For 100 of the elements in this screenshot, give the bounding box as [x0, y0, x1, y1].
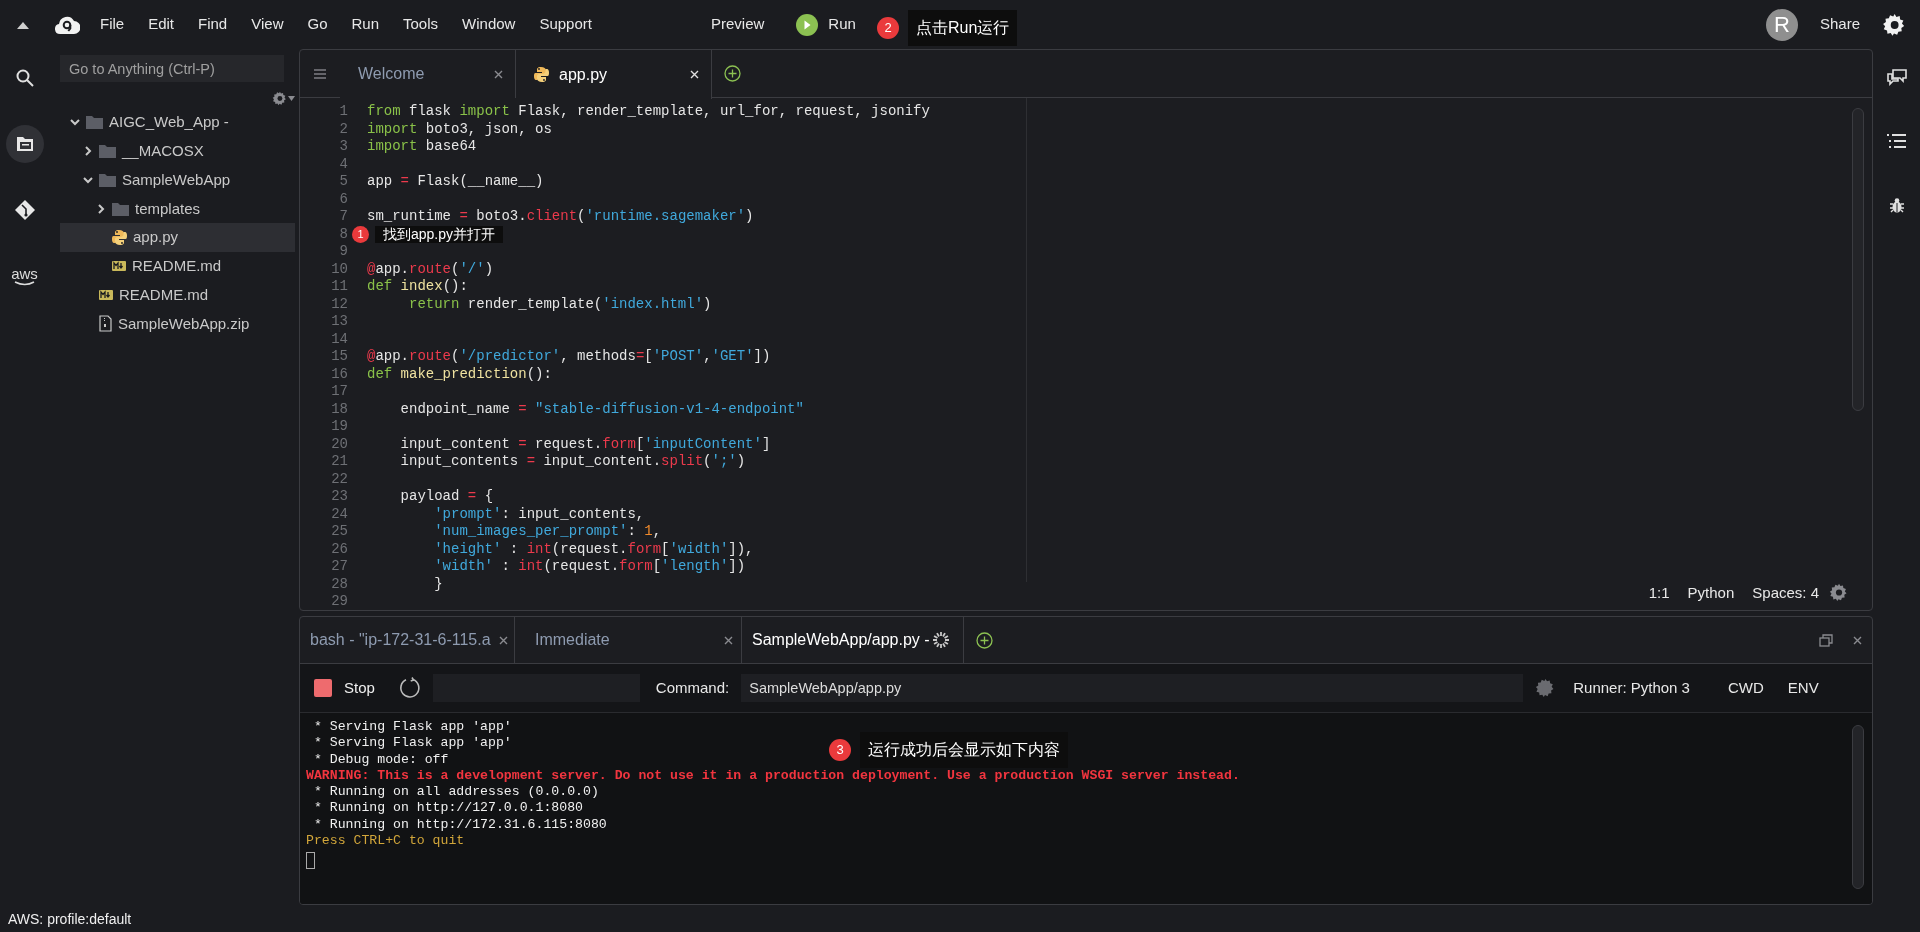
- code-line: 'height' : int(request.form['width']),: [433, 540, 754, 558]
- chevron-down-icon: [70, 117, 80, 128]
- code-line: def make_prediction():: [366, 365, 552, 383]
- outline-list-icon[interactable]: [1887, 133, 1906, 149]
- terminal-line: * Debug mode: off: [312, 751, 449, 768]
- code-line: from flask import Flask, render_template, url_for, request, jsonify: [366, 103, 930, 121]
- code-line: endpoint_name = "stable-diffusion-v1-4-endpoint": [399, 400, 804, 418]
- terminal-line: WARNING: This is a development server. Do not use it in a production deployment. Use a production WSGI server instead.: [306, 767, 1240, 785]
- console-tab[interactable]: SampleWebApp/app.py -: [742, 617, 964, 663]
- menu-item[interactable]: Find: [198, 11, 228, 38]
- line-number: 5: [338, 173, 348, 191]
- menu-item[interactable]: Edit: [148, 11, 175, 38]
- file-tree-item[interactable]: __MACOSX: [60, 136, 295, 166]
- file-tree-item[interactable]: README.md: [60, 280, 295, 310]
- line-number: 12: [330, 295, 348, 313]
- code-line: def index():: [366, 278, 468, 296]
- file-tree-item[interactable]: SampleWebApp.zip: [60, 309, 295, 339]
- scrollbar[interactable]: [1852, 725, 1864, 889]
- line-number: 9: [338, 243, 348, 261]
- code-line: 'width' : int(request.form['length']): [433, 558, 746, 576]
- editor-tab[interactable]: app.py: [516, 50, 712, 99]
- line-number: 8: [338, 225, 348, 243]
- terminal-line: * Running on http://172.31.6.115:8080: [312, 816, 607, 834]
- step-tooltip: 运行成功后会显示如下内容: [860, 732, 1068, 768]
- file-tree-item[interactable]: README.md: [60, 252, 295, 281]
- chevron-down-icon: [83, 175, 93, 185]
- code-line: return render_template('index.html'): [408, 295, 712, 313]
- step-tooltip: 找到app.py并打开: [375, 226, 504, 243]
- scrollbar[interactable]: [1852, 108, 1864, 411]
- menu-item[interactable]: Window: [462, 11, 516, 38]
- share-button[interactable]: Share: [1819, 11, 1860, 38]
- language-mode[interactable]: Python: [1687, 581, 1735, 604]
- line-number: 14: [330, 330, 348, 348]
- terminal-line: * Serving Flask app 'app': [312, 735, 512, 752]
- markdown-icon: [99, 290, 113, 301]
- line-number: 7: [338, 208, 348, 226]
- line-number: 26: [330, 540, 348, 558]
- markdown-icon: [112, 261, 126, 272]
- file-tree-item[interactable]: templates: [60, 194, 295, 224]
- line-number: 27: [330, 558, 348, 576]
- code-line: @app.route('/'): [366, 260, 494, 278]
- bug-icon[interactable]: [1888, 197, 1905, 213]
- line-number: 19: [330, 418, 348, 436]
- line-number: 3: [338, 138, 348, 156]
- menu-item[interactable]: Support: [539, 11, 592, 38]
- line-number: 17: [330, 383, 348, 401]
- env-button[interactable]: ENV: [1781, 675, 1825, 701]
- console-tab[interactable]: bash - "ip-172-31-6-115.a: [300, 617, 515, 663]
- diamond-branch-icon: [14, 200, 35, 220]
- menu-item[interactable]: View: [251, 11, 284, 38]
- code-line: payload = {: [399, 488, 494, 506]
- line-number: 4: [338, 155, 348, 173]
- text-cursor: [306, 852, 315, 870]
- folder-icon: [99, 173, 116, 187]
- menu-item[interactable]: Go: [307, 11, 328, 38]
- file-tree-item[interactable]: app.py: [60, 223, 295, 252]
- file-tree-item[interactable]: AIGC_Web_App -: [60, 108, 295, 137]
- search-field[interactable]: Go to Anything (Ctrl-P): [60, 55, 284, 82]
- line-number: 6: [338, 190, 348, 208]
- indent-setting[interactable]: Spaces: 4: [1752, 581, 1819, 604]
- code-line: }: [433, 575, 443, 593]
- line-number: 20: [330, 435, 348, 453]
- cloud-logo-icon[interactable]: [54, 14, 80, 35]
- file-tree-item[interactable]: SampleWebApp: [60, 165, 295, 195]
- folder-icon: [86, 115, 103, 130]
- chat-icon[interactable]: [1886, 69, 1907, 87]
- restart-icon[interactable]: [398, 677, 421, 699]
- command-field[interactable]: SampleWebApp/app.py: [741, 674, 1524, 702]
- menu-item[interactable]: Run: [351, 11, 379, 38]
- menu-item[interactable]: File: [100, 11, 125, 38]
- line-number: 29: [330, 593, 348, 611]
- preview-button[interactable]: Preview: [710, 11, 765, 38]
- code-line: app = Flask(__name__): [366, 173, 544, 191]
- sidebar-aws-button[interactable]: aws: [5, 257, 44, 295]
- line-number: 10: [330, 260, 348, 278]
- console-tab[interactable]: Immediate: [515, 617, 742, 663]
- add-tab-icon[interactable]: [976, 631, 993, 649]
- chevron-right-icon: [83, 146, 93, 157]
- zip-file-icon: [99, 315, 112, 333]
- cwd-button[interactable]: CWD: [1721, 675, 1770, 701]
- files-icon: [15, 136, 34, 152]
- python-icon: [112, 230, 127, 246]
- code-line: import base64: [366, 138, 477, 156]
- settings-icon[interactable]: [1882, 12, 1906, 37]
- editor-tab[interactable]: Welcome: [340, 50, 516, 98]
- line-number: 16: [330, 365, 348, 383]
- runner-selector[interactable]: Runner: Python 3: [1567, 675, 1696, 701]
- line-number: 23: [330, 488, 348, 506]
- menu-item[interactable]: Tools: [403, 11, 439, 38]
- play-icon: [796, 13, 819, 36]
- menu-icon[interactable]: [314, 68, 326, 79]
- command-label: Command:: [655, 677, 730, 698]
- code-line: @app.route('/predictor', methods=['POST','GET']): [366, 348, 771, 366]
- add-tab-icon[interactable]: [724, 65, 741, 82]
- restore-window-icon[interactable]: [1819, 633, 1833, 647]
- stop-button[interactable]: Stop: [314, 676, 375, 700]
- terminal-line: * Running on http://127.0.0.1:8080: [312, 800, 583, 817]
- sidebar-files-button[interactable]: [5, 125, 44, 163]
- run-button[interactable]: Run: [796, 11, 856, 38]
- line-number: 18: [330, 400, 348, 418]
